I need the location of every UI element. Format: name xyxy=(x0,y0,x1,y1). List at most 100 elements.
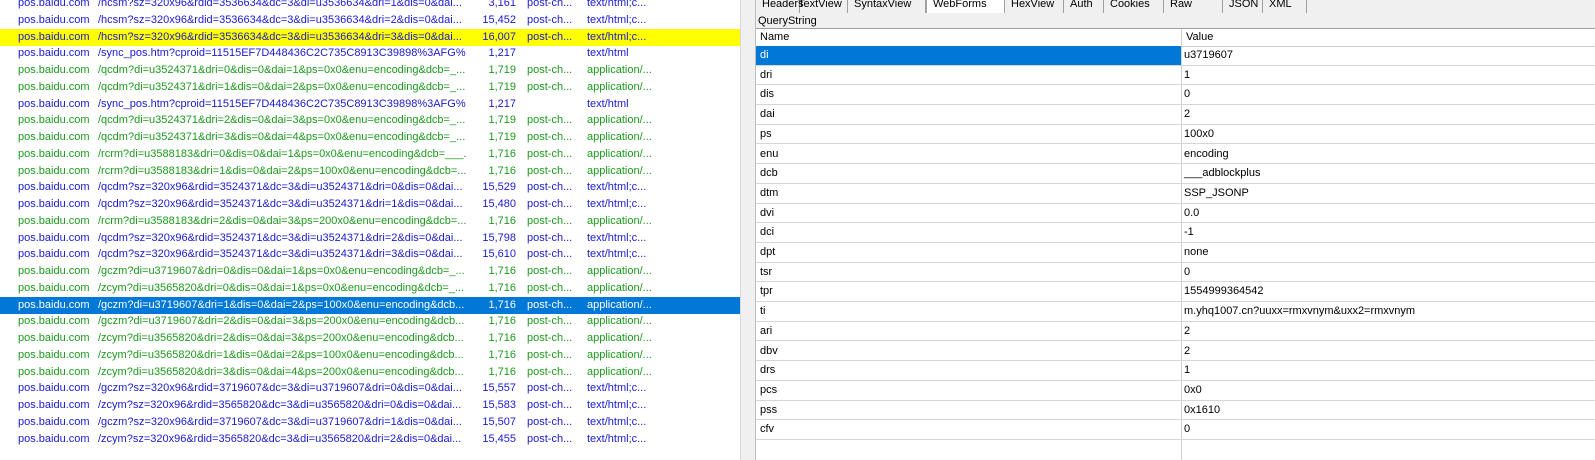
param-name: cfv xyxy=(760,423,775,436)
session-content-type: text/html;c... xyxy=(587,248,647,261)
tab-raw[interactable]: Raw xyxy=(1164,0,1223,13)
session-row[interactable]: pos.baidu.com/qcdm?sz=320x96&rdid=352437… xyxy=(0,179,740,196)
session-row[interactable]: pos.baidu.com/qcdm?sz=320x96&rdid=352437… xyxy=(0,230,740,247)
param-row[interactable]: dai 2 xyxy=(756,105,1595,125)
tab-syntaxview[interactable]: SyntaxView xyxy=(848,0,926,13)
session-row[interactable]: pos.baidu.com/qcdm?di=u3524371&dri=0&dis… xyxy=(0,62,740,79)
param-row[interactable]: dbv 2 xyxy=(756,342,1595,362)
tab-auth[interactable]: Auth xyxy=(1064,0,1104,13)
session-content-type: text/html;c... xyxy=(587,181,647,194)
session-row[interactable]: pos.baidu.com/qcdm?di=u3524371&dri=1&dis… xyxy=(0,79,740,96)
session-row[interactable]: pos.baidu.com/hcsm?sz=320x96&rdid=353663… xyxy=(0,0,740,12)
param-row[interactable]: dis 0 xyxy=(756,85,1595,106)
param-row[interactable]: ti m.yhq1007.cn?uuxx=rmxvnym&uxx2=rmxvnym xyxy=(756,302,1595,322)
session-row[interactable]: pos.baidu.com/rcrm?di=u3588183&dri=1&dis… xyxy=(0,163,740,180)
session-row[interactable]: pos.baidu.com/qcdm?di=u3524371&dri=3&dis… xyxy=(0,129,740,146)
session-host: pos.baidu.com xyxy=(18,97,90,110)
param-row[interactable]: dri 1 xyxy=(756,66,1595,86)
session-row[interactable]: pos.baidu.com/qcdm?sz=320x96&rdid=352437… xyxy=(0,196,740,213)
session-caching: post-ch... xyxy=(527,432,573,445)
param-row[interactable]: cfv 0 xyxy=(756,420,1595,440)
param-name: tsr xyxy=(760,265,773,278)
session-row[interactable]: pos.baidu.com/zcym?di=u3565820&dri=0&dis… xyxy=(0,280,740,297)
session-row[interactable]: pos.baidu.com/gczm?sz=320x96&rdid=371960… xyxy=(0,414,740,431)
session-row[interactable]: pos.baidu.com/sync_pos.htm?cproid=11515E… xyxy=(0,45,740,62)
session-row[interactable]: pos.baidu.com/sync_pos.htm?cproid=11515E… xyxy=(0,96,740,113)
param-value: 0 xyxy=(1184,88,1191,101)
session-row[interactable]: pos.baidu.com/hcsm?sz=320x96&rdid=353663… xyxy=(0,28,740,46)
session-body-size: 1,716 xyxy=(488,348,516,361)
session-body-size: 1,716 xyxy=(488,265,516,277)
param-value: 0 xyxy=(1184,423,1191,436)
session-row[interactable]: pos.baidu.com/gczm?di=u3719607&dri=0&dis… xyxy=(0,263,740,280)
session-url: /zcym?sz=320x96&rdid=3565820&dc=3&di=u35… xyxy=(98,432,462,445)
session-content-type: text/html;c... xyxy=(587,0,647,9)
tab-cookies[interactable]: Cookies xyxy=(1104,0,1164,13)
param-row[interactable]: pcs 0x0 xyxy=(756,381,1595,401)
session-body-size: 16,007 xyxy=(482,30,516,43)
param-row[interactable]: dtm SSP_JSONP xyxy=(756,184,1595,204)
session-host: pos.baidu.com xyxy=(18,415,90,428)
tab-webforms[interactable]: WebForms xyxy=(926,0,1005,13)
param-row[interactable]: tpr 1554999364542 xyxy=(756,282,1595,303)
param-row[interactable]: ps 100x0 xyxy=(756,125,1595,145)
param-value: 100x0 xyxy=(1184,127,1214,140)
session-caching: post-ch... xyxy=(527,231,573,244)
session-body-size: 1,716 xyxy=(488,164,516,177)
param-row[interactable]: dpt none xyxy=(756,243,1595,263)
session-url: /zcym?di=u3565820&dri=3&dis=0&dai=4&ps=2… xyxy=(98,365,464,378)
session-row[interactable]: pos.baidu.com/rcrm?di=u3588183&dri=2&dis… xyxy=(0,213,740,230)
param-name: enu xyxy=(760,147,779,160)
name-column-header[interactable]: Name xyxy=(760,29,789,46)
session-row[interactable]: pos.baidu.com/rcrm?di=u3588183&dri=0&dis… xyxy=(0,146,740,163)
session-row[interactable]: pos.baidu.com/qcdm?sz=320x96&rdid=352437… xyxy=(0,246,740,263)
session-url: /qcdm?sz=320x96&rdid=3524371&dc=3&di=u35… xyxy=(98,231,463,244)
session-body-size: 15,507 xyxy=(482,415,516,428)
pane-splitter[interactable] xyxy=(740,0,756,460)
session-host: pos.baidu.com xyxy=(18,265,90,277)
session-host: pos.baidu.com xyxy=(18,64,90,76)
param-value: m.yhq1007.cn?uuxx=rmxvnym&uxx2=rmxvnym xyxy=(1184,305,1416,318)
param-value: 2 xyxy=(1184,344,1191,357)
tab-xml[interactable]: XML xyxy=(1263,0,1307,13)
session-row[interactable]: pos.baidu.com/gczm?di=u3719607&dri=1&dis… xyxy=(0,296,740,314)
param-row[interactable]: pss 0x1610 xyxy=(756,401,1595,421)
param-row[interactable]: tsr 0 xyxy=(756,263,1595,283)
session-host: pos.baidu.com xyxy=(18,248,90,261)
tab-hexview[interactable]: HexView xyxy=(1005,0,1064,13)
session-content-type: application/... xyxy=(587,298,652,311)
param-value: -1 xyxy=(1184,226,1194,239)
session-url: /zcym?di=u3565820&dri=0&dis=0&dai=1&ps=0… xyxy=(98,281,465,294)
param-value: 1554999364542 xyxy=(1184,285,1264,298)
session-host: pos.baidu.com xyxy=(18,399,90,411)
param-row[interactable]: ari 2 xyxy=(756,322,1595,342)
param-row[interactable]: dcb ___adblockplus xyxy=(756,164,1595,184)
session-content-type: application/... xyxy=(587,147,652,160)
value-column-header[interactable]: Value xyxy=(1186,29,1213,46)
session-host: pos.baidu.com xyxy=(18,131,90,143)
tab-json[interactable]: JSON xyxy=(1223,0,1263,13)
param-row[interactable]: enu encoding xyxy=(756,145,1595,165)
param-row[interactable]: dci -1 xyxy=(756,223,1595,243)
session-row[interactable]: pos.baidu.com/gczm?sz=320x96&rdid=371960… xyxy=(0,380,740,397)
session-row[interactable]: pos.baidu.com/zcym?di=u3565820&dri=3&dis… xyxy=(0,364,740,381)
session-row[interactable]: pos.baidu.com/zcym?sz=320x96&rdid=356582… xyxy=(0,397,740,414)
param-row[interactable]: dvi 0.0 xyxy=(756,204,1595,224)
session-body-size: 1,719 xyxy=(488,80,516,93)
session-row[interactable]: pos.baidu.com/hcsm?sz=320x96&rdid=353663… xyxy=(0,12,740,29)
session-row[interactable]: pos.baidu.com/zcym?di=u3565820&dri=1&dis… xyxy=(0,347,740,364)
session-url: /gczm?sz=320x96&rdid=3719607&dc=3&di=u37… xyxy=(98,415,462,428)
param-row[interactable]: drs 1 xyxy=(756,361,1595,381)
tab-textview[interactable]: TextView xyxy=(792,0,848,13)
session-body-size: 1,716 xyxy=(488,298,516,311)
param-row[interactable]: di u3719607 xyxy=(756,46,1595,66)
session-content-type: application/... xyxy=(587,332,652,344)
session-host: pos.baidu.com xyxy=(18,382,90,395)
session-row[interactable]: pos.baidu.com/qcdm?di=u3524371&dri=2&dis… xyxy=(0,112,740,129)
session-caching: post-ch... xyxy=(527,0,573,9)
session-row[interactable]: pos.baidu.com/zcym?di=u3565820&dri=2&dis… xyxy=(0,330,740,347)
session-caching: post-ch... xyxy=(527,80,573,93)
param-value: 1 xyxy=(1184,364,1191,377)
session-row[interactable]: pos.baidu.com/zcym?sz=320x96&rdid=356582… xyxy=(0,431,740,448)
session-row[interactable]: pos.baidu.com/gczm?di=u3719607&dri=2&dis… xyxy=(0,313,740,330)
